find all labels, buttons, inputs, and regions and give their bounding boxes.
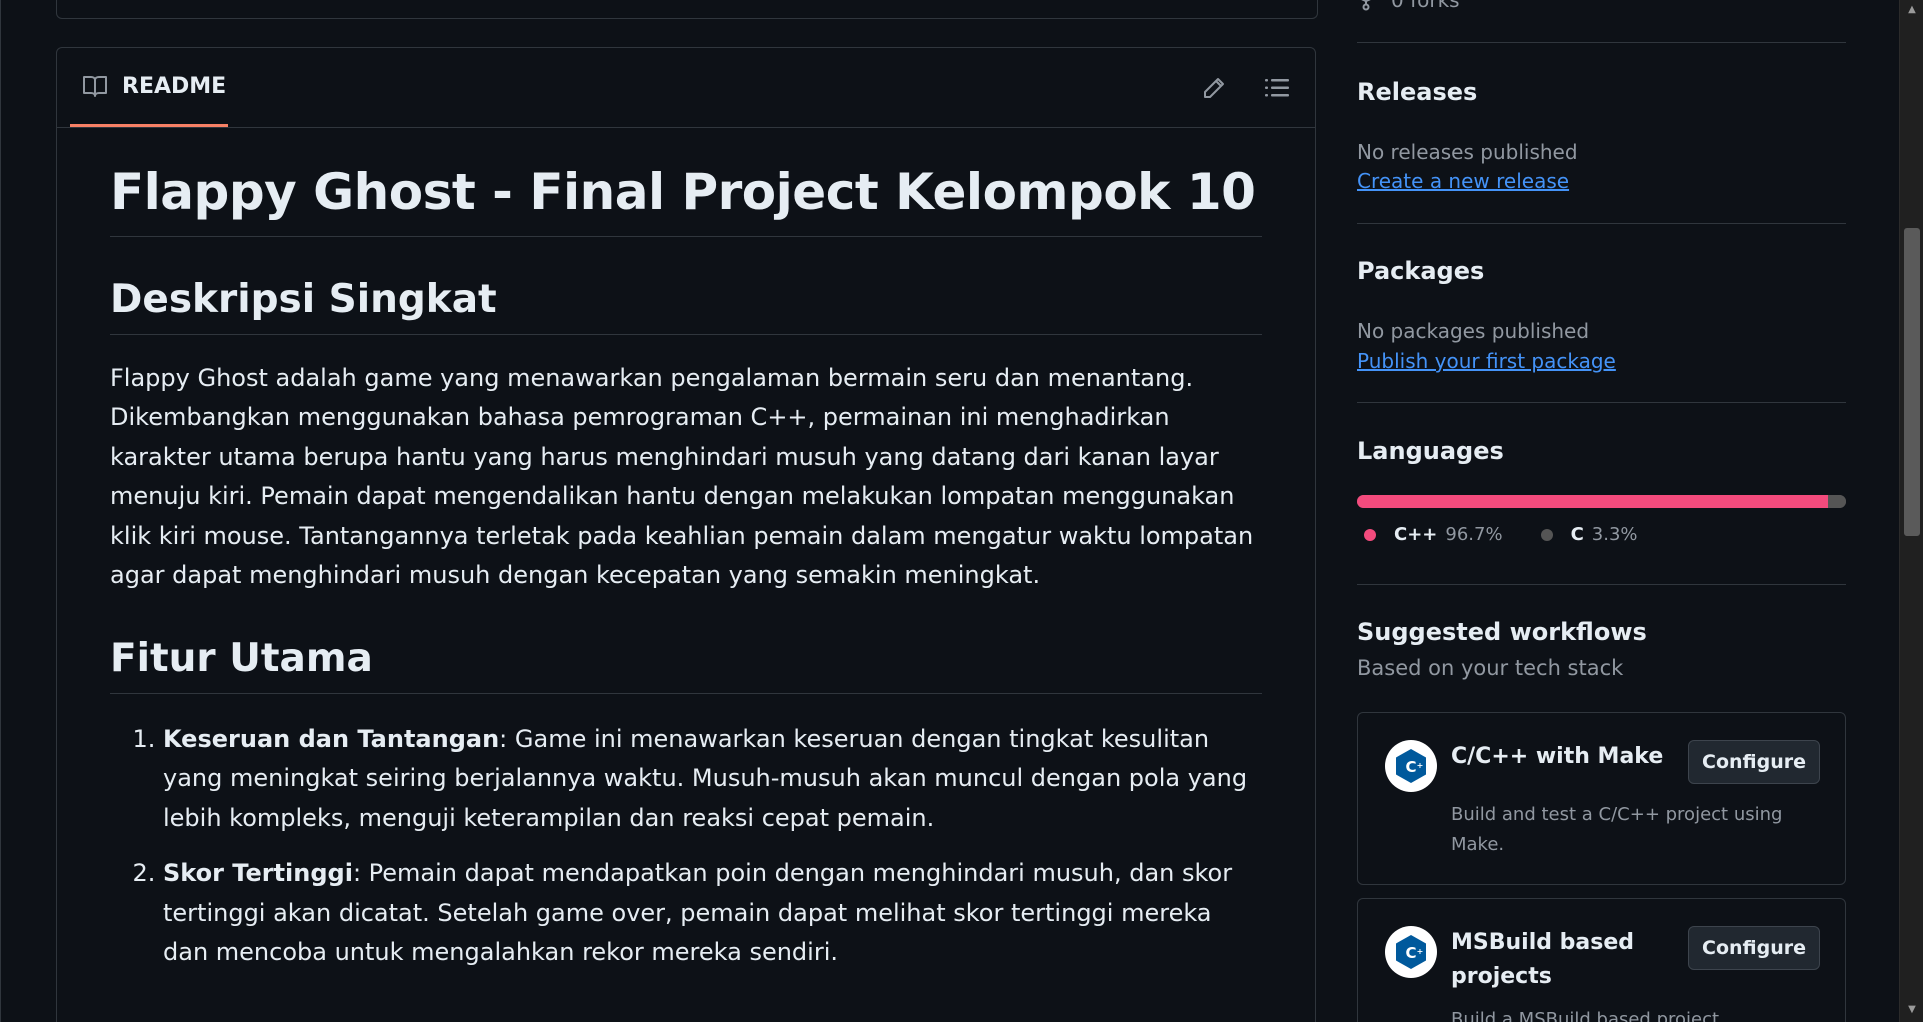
- language-legend: C++ 96.7% C 3.3%: [1364, 524, 1638, 545]
- workflow-description: Build a MSBuild based project.: [1451, 1009, 1725, 1022]
- workflow-title: C/C++ with Make: [1451, 744, 1664, 769]
- feature-item: Skor Tertinggi: Pemain dapat mendapatkan…: [163, 854, 1262, 973]
- workflow-description: Build and test a C/C++ project using Mak…: [1451, 804, 1783, 855]
- pencil-icon: [1204, 78, 1224, 98]
- language-bar: [1357, 495, 1846, 508]
- language-bar-segment-c: [1829, 495, 1846, 508]
- sidebar-divider: [1357, 42, 1846, 43]
- section-heading-features: Fitur Utama: [110, 636, 1262, 694]
- cpp-logo-icon: C +: [1385, 926, 1437, 978]
- readme-title: Flappy Ghost - Final Project Kelompok 10: [110, 148, 1262, 237]
- svg-text:+: +: [1417, 761, 1424, 770]
- svg-text:+: +: [1417, 947, 1424, 956]
- svg-text:C: C: [1405, 758, 1416, 776]
- language-percent: 96.7%: [1445, 524, 1503, 545]
- workflows-heading: Suggested workflows: [1357, 618, 1647, 646]
- scroll-down-icon[interactable]: ▼: [1905, 1003, 1919, 1017]
- packages-heading[interactable]: Packages: [1357, 257, 1484, 285]
- edit-readme-button[interactable]: [1194, 68, 1234, 108]
- page: README Flappy Ghost - Final Project Kelo: [0, 0, 1923, 1022]
- list-icon: [1265, 79, 1289, 97]
- language-color-dot: [1364, 528, 1376, 541]
- workflow-card: C + MSBuild based projects Configure Bui…: [1357, 898, 1846, 1022]
- language-color-dot: [1540, 528, 1553, 541]
- readme-tab-label: README: [122, 73, 227, 99]
- scroll-up-icon[interactable]: ▲: [1905, 3, 1919, 17]
- feature-name: Keseruan dan Tantangan: [163, 724, 500, 753]
- language-name: C: [1570, 524, 1584, 545]
- scrollbar-thumb[interactable]: [1904, 228, 1920, 536]
- page-scrollbar[interactable]: ▲ ▼: [1899, 0, 1923, 1022]
- create-release-link[interactable]: Create a new release: [1357, 169, 1569, 193]
- releases-heading[interactable]: Releases: [1357, 78, 1477, 106]
- outline-button[interactable]: [1257, 68, 1297, 108]
- section-heading-description: Deskripsi Singkat: [110, 277, 1262, 335]
- sidebar-divider: [1357, 402, 1846, 403]
- features-list: Keseruan dan Tantangan: Game ini menawar…: [110, 720, 1262, 973]
- readme-content: Flappy Ghost - Final Project Kelompok 10…: [110, 148, 1262, 989]
- feature-item: Keseruan dan Tantangan: Game ini menawar…: [163, 720, 1262, 839]
- forks-stat[interactable]: 0 forks: [1357, 0, 1460, 12]
- workflow-card: C + C/C++ with Make Configure Build and …: [1357, 712, 1846, 885]
- language-bar-segment-cpp: [1357, 495, 1828, 508]
- configure-button[interactable]: Configure: [1688, 740, 1820, 784]
- workflows-subheading: Based on your tech stack: [1357, 656, 1624, 680]
- language-name: C++: [1394, 524, 1438, 545]
- file-list-box-bottom: [56, 0, 1318, 19]
- languages-heading: Languages: [1357, 437, 1504, 465]
- readme-box: README Flappy Ghost - Final Project Kelo: [56, 47, 1316, 1022]
- language-percent: 3.3%: [1591, 524, 1638, 545]
- language-item-cpp[interactable]: C++ 96.7%: [1364, 524, 1503, 545]
- svg-text:C: C: [1405, 944, 1416, 962]
- sidebar-divider: [1357, 223, 1846, 224]
- language-item-c[interactable]: C 3.3%: [1540, 524, 1638, 545]
- book-icon: [83, 76, 107, 97]
- readme-tab[interactable]: README: [70, 48, 228, 127]
- packages-empty-text: No packages published: [1357, 319, 1590, 343]
- publish-package-link[interactable]: Publish your first package: [1357, 349, 1616, 373]
- configure-button[interactable]: Configure: [1688, 926, 1820, 970]
- readme-header: README: [57, 48, 1315, 128]
- releases-empty-text: No releases published: [1357, 140, 1578, 164]
- forks-text: 0 forks: [1391, 0, 1460, 12]
- cpp-logo-icon: C +: [1385, 740, 1437, 792]
- feature-name: Skor Tertinggi: [163, 859, 353, 888]
- workflow-title: MSBuild based projects: [1451, 930, 1635, 989]
- description-paragraph: Flappy Ghost adalah game yang menawarkan…: [110, 363, 1254, 590]
- sidebar-divider: [1357, 584, 1846, 585]
- fork-icon: [1361, 0, 1371, 11]
